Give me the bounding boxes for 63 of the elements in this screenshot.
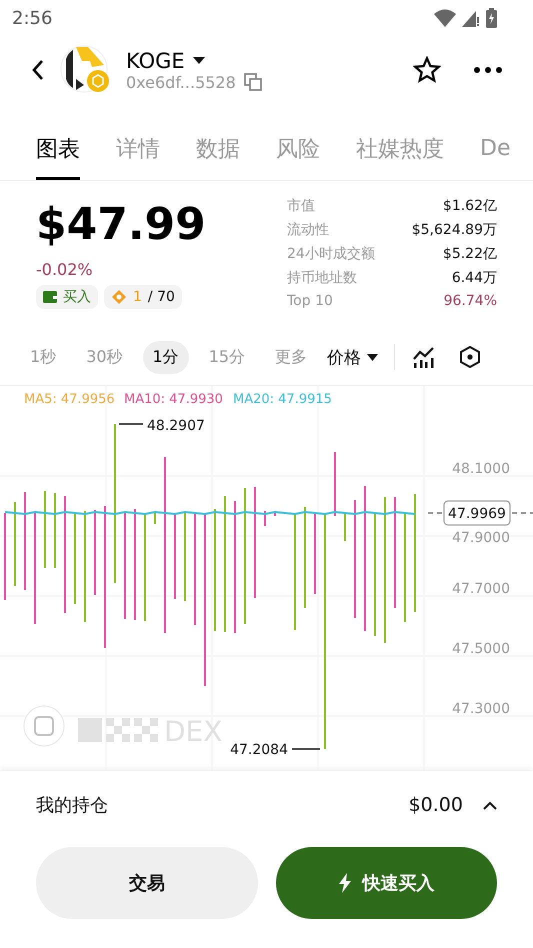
ma-legend: MA5: 47.9956 (24, 392, 115, 407)
battery-icon (486, 8, 497, 28)
interval-tab[interactable]: 30秒 (76, 340, 133, 374)
token-logo-icon (60, 45, 112, 95)
quick-buy-button[interactable]: 快速买入 (276, 847, 497, 919)
copy-icon[interactable] (244, 73, 262, 91)
interval-tab[interactable]: 1秒 (20, 340, 66, 374)
settings-icon[interactable] (459, 346, 482, 368)
holdings-label: 我的持仓 (36, 794, 109, 817)
leader-line (292, 748, 320, 750)
interval-tab[interactable]: 15分 (198, 340, 256, 374)
stat-label: 24小时成交额 (287, 245, 376, 263)
trade-button[interactable]: 交易 (36, 847, 258, 919)
indicator-chart-icon[interactable] (413, 346, 436, 368)
logo-watermark-icon (78, 718, 158, 742)
tab[interactable]: 风险 (276, 120, 320, 180)
rank-badge[interactable]: 1 / 70 (104, 285, 182, 309)
ma-legend: MA20: 47.9915 (233, 392, 332, 407)
price-change: -0.02% (36, 260, 94, 279)
wifi-icon (434, 9, 456, 27)
back-button[interactable] (30, 58, 46, 82)
token-symbol: KOGE (126, 48, 185, 72)
tab[interactable]: 图表 (36, 120, 80, 180)
buy-badge[interactable]: 买入 (36, 285, 98, 309)
star-icon[interactable] (413, 56, 441, 84)
leader-line (119, 423, 143, 425)
price-axis-label: 48.1000 (452, 461, 510, 477)
price-axis-label: 47.5000 (452, 641, 510, 657)
signal-icon (462, 9, 480, 27)
stat-value: $5,624.89万 (410, 221, 497, 239)
price-axis-label: 47.9000 (452, 530, 510, 546)
tab[interactable]: 数据 (196, 120, 240, 180)
low-price-label: 47.2084 (230, 742, 288, 758)
status-time: 2:56 (12, 8, 52, 28)
interval-tab[interactable]: 更多 (265, 340, 318, 374)
tab[interactable]: 社媒热度 (356, 120, 444, 180)
chevron-up-icon[interactable] (483, 800, 497, 810)
stat-value: $1.62亿 (442, 197, 497, 215)
high-price-label: 48.2907 (147, 418, 205, 434)
stat-value: 6.44万 (450, 269, 497, 287)
dropdown-caret-icon[interactable] (192, 56, 205, 64)
stat-label: 市值 (287, 197, 316, 215)
current-price-line (512, 512, 533, 514)
current-price-tag: 47.9969 (444, 500, 510, 526)
stat-value: $5.22亿 (442, 245, 497, 263)
stat-value: 96.74% (442, 293, 497, 309)
caret-icon (367, 354, 378, 360)
stat-label: 持币地址数 (287, 269, 358, 287)
ma-legend: MA10: 47.9930 (124, 392, 223, 407)
holdings-value: $0.00 (408, 794, 463, 816)
contract-address: 0xe6df...5528 (126, 72, 236, 92)
stat-label: Top 10 (287, 293, 334, 309)
tab[interactable]: De (480, 120, 510, 180)
more-icon[interactable] (473, 66, 503, 74)
price-axis-label: 47.7000 (452, 581, 510, 597)
current-price-line (428, 512, 444, 514)
interval-tab[interactable]: 1分 (142, 340, 189, 374)
stat-label: 流动性 (287, 221, 330, 239)
price-axis-label: 47.3000 (452, 701, 510, 717)
token-price: $47.99 (36, 199, 206, 250)
tab[interactable]: 详情 (116, 120, 160, 180)
lightning-icon (338, 873, 352, 893)
price-mode-dropdown[interactable]: 价格 (327, 346, 378, 368)
